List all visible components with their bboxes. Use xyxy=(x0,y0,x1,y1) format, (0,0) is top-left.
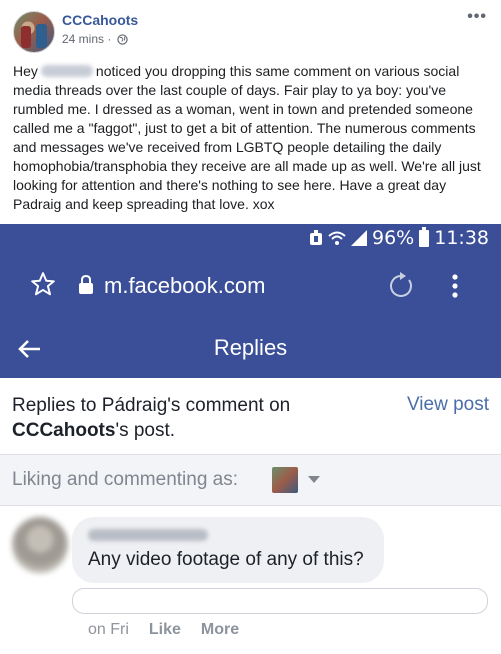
browser-url-bar: m.facebook.com xyxy=(0,255,501,320)
replies-heading-rest: 's post. xyxy=(115,420,176,441)
commenter-avatar[interactable] xyxy=(12,517,68,573)
lock-icon xyxy=(79,275,93,294)
replies-navbar: Replies xyxy=(0,320,501,378)
time-separator: · xyxy=(107,32,112,46)
page-name-link[interactable]: CCCahoots xyxy=(62,12,138,28)
reply-input[interactable] xyxy=(72,588,488,614)
avatar-figure-left xyxy=(21,26,31,48)
identity-avatar[interactable] xyxy=(272,467,298,493)
comment-bubble: Any video footage of any of this? xyxy=(72,517,384,583)
page-avatar[interactable] xyxy=(13,11,55,53)
post-text: Hey noticed you dropping this same commen… xyxy=(13,62,489,214)
post-header: CCCahoots 24 mins · ••• xyxy=(0,0,501,58)
signal-icon xyxy=(351,230,367,246)
comment-time: on Fri xyxy=(88,621,129,638)
more-options-icon[interactable]: ••• xyxy=(467,8,487,26)
liking-label: Liking and commenting as: xyxy=(12,469,239,490)
wifi-icon xyxy=(328,231,346,245)
view-post-link[interactable]: View post xyxy=(407,394,489,416)
post-text-greeting: Hey xyxy=(13,63,38,79)
replies-page-name[interactable]: CCCahoots xyxy=(12,420,115,441)
chevron-down-icon[interactable] xyxy=(308,476,320,484)
reload-icon[interactable] xyxy=(387,272,415,300)
status-right: 96% 11:38 xyxy=(309,226,489,249)
kebab-menu-icon[interactable] xyxy=(450,273,460,299)
battery-percent: 96% xyxy=(372,227,415,249)
comment-actions: on Fri Like More xyxy=(88,621,239,639)
url-field[interactable]: m.facebook.com xyxy=(104,273,265,299)
replies-header: Replies to Pádraig's comment on CCCahoot… xyxy=(0,378,501,454)
replies-heading-line1: Replies to Pádraig's comment on xyxy=(12,395,291,416)
replies-heading-line2: CCCahoots's post. xyxy=(12,420,175,442)
globe-icon xyxy=(117,34,128,45)
like-button[interactable]: Like xyxy=(149,621,181,639)
star-icon[interactable] xyxy=(30,271,56,297)
post-time-text: 24 mins xyxy=(62,32,105,46)
post-text-body: noticed you dropping this same comment o… xyxy=(13,63,481,212)
more-button[interactable]: More xyxy=(201,621,239,639)
post-timestamp[interactable]: 24 mins · xyxy=(62,32,128,46)
comment-text: Any video footage of any of this? xyxy=(88,549,364,570)
notification-icon xyxy=(310,230,322,245)
blurred-name xyxy=(40,65,93,77)
avatar-figure-right xyxy=(36,24,47,48)
blurred-commenter-name xyxy=(88,529,208,541)
nav-title: Replies xyxy=(213,335,288,360)
clock: 11:38 xyxy=(434,227,489,249)
embedded-screenshot: 96% 11:38 m.facebook.com Replies Replies… xyxy=(0,224,501,654)
battery-icon xyxy=(419,226,430,247)
liking-as-bar: Liking and commenting as: xyxy=(0,454,501,506)
status-bar: 96% 11:38 xyxy=(0,224,501,255)
